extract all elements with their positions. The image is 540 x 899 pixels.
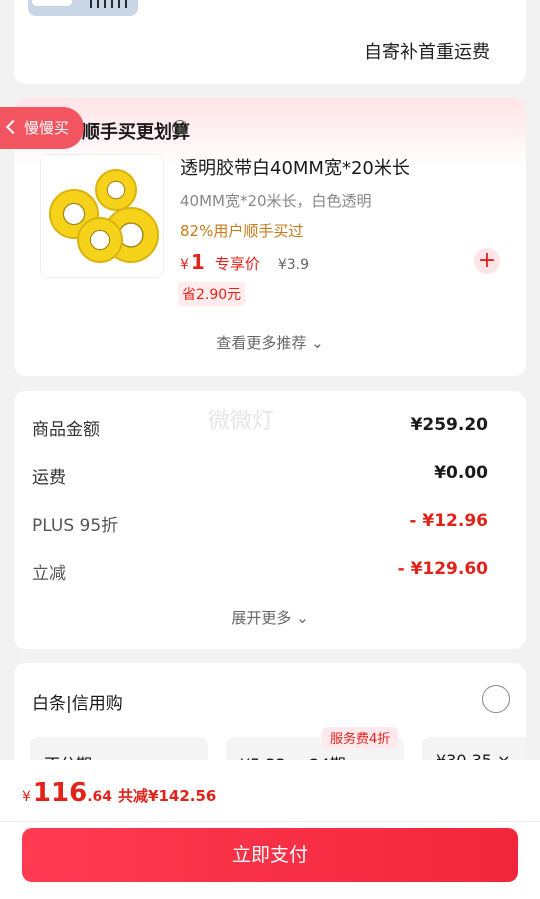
summary-value: - ¥12.96: [409, 511, 488, 531]
summary-label: 立减: [32, 564, 66, 584]
summary-value: ¥259.20: [410, 415, 488, 435]
total-decimal: .64: [87, 789, 113, 805]
product-thumbnail: [28, 0, 138, 16]
service-fee-badge: 服务费4折: [322, 727, 399, 748]
total-price: ¥ 116 .64 共减¥142.56: [22, 778, 216, 808]
save-badge: 省2.90元: [178, 282, 246, 306]
total-integer: 116: [32, 778, 88, 808]
summary-value: - ¥129.60: [397, 559, 488, 579]
summary-label: 运费: [32, 468, 66, 488]
price-value: 1: [190, 250, 205, 274]
thumbnail-stripes: [90, 0, 130, 8]
more-recommend-link[interactable]: 查看更多推荐 ⌄: [14, 332, 526, 353]
recommend-card: 顺手买更划算 i 透明胶带白40MM宽*20米长 40MM宽*20米长，白色透明…: [14, 98, 526, 376]
summary-row: PLUS 95折 - ¥12.96: [32, 511, 488, 536]
checkout-bar: ¥ 116 .64 共减¥142.56 立即支付: [0, 760, 540, 899]
payment-radio[interactable]: [482, 685, 510, 713]
chevron-left-icon: [5, 119, 21, 135]
product-name[interactable]: 透明胶带白40MM宽*20米长: [180, 154, 410, 180]
summary-row: 立减 - ¥129.60: [32, 559, 488, 584]
back-label: 慢慢买: [24, 119, 70, 137]
pay-now-button[interactable]: 立即支付: [22, 828, 518, 882]
expand-more-link[interactable]: 展开更多 ⌄: [14, 607, 526, 628]
price-symbol: ¥: [180, 257, 189, 273]
price-tag: 专享价: [214, 255, 260, 273]
summary-row: 商品金额 ¥259.20: [32, 415, 488, 440]
summary-row: 运费 ¥0.00: [32, 463, 488, 488]
thumbnail-bubble: [32, 0, 72, 6]
product-spec: 40MM宽*20米长，白色透明: [180, 192, 372, 210]
info-icon[interactable]: i: [172, 120, 188, 136]
tape-roll-shape: [77, 217, 123, 263]
shipping-card: 自寄补首重运费: [14, 0, 526, 84]
summary-label: 商品金额: [32, 420, 100, 440]
total-yen: ¥: [22, 789, 31, 805]
shipping-text: 自寄补首重运费: [364, 42, 490, 63]
price-row: ¥ 1 专享价 ¥3.9: [180, 250, 309, 274]
total-saved: 共减¥142.56: [118, 787, 217, 805]
product-image[interactable]: [40, 154, 164, 278]
bought-rate: 82%用户顺手买过: [180, 222, 304, 240]
tape-roll-shape: [95, 169, 137, 211]
summary-label: PLUS 95折: [32, 516, 119, 536]
payment-method-title: 白条|信用购: [32, 694, 123, 714]
back-button[interactable]: 慢慢买: [0, 107, 84, 149]
original-price: ¥3.9: [277, 257, 310, 273]
divider: [0, 821, 540, 822]
price-summary-card: 微微灯 商品金额 ¥259.20 运费 ¥0.00 PLUS 95折 - ¥12…: [14, 391, 526, 649]
summary-value: ¥0.00: [434, 463, 488, 483]
add-item-button[interactable]: +: [474, 248, 500, 274]
